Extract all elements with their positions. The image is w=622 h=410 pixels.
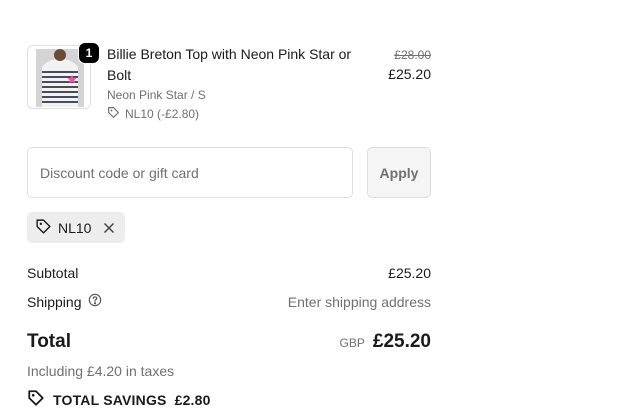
- product-thumbnail: 1: [27, 42, 100, 109]
- subtotal-value: £25.20: [388, 265, 431, 281]
- remove-discount-button[interactable]: [103, 222, 115, 234]
- total-label: Total: [27, 331, 71, 352]
- tag-icon: [107, 106, 120, 122]
- savings-tag-icon: [27, 389, 45, 410]
- product-image: [36, 49, 84, 107]
- taxes-note: Including £4.20 in taxes: [27, 363, 175, 379]
- tag-icon: [35, 218, 52, 238]
- discounted-price: £25.20: [388, 66, 431, 82]
- help-icon[interactable]: [88, 293, 102, 310]
- apply-button[interactable]: Apply: [367, 147, 431, 198]
- subtotal-row: Subtotal £25.20: [27, 265, 431, 281]
- total-amount: £25.20: [372, 331, 431, 352]
- shipping-row: Shipping Enter shipping address: [27, 293, 431, 310]
- applied-code-label: NL10: [58, 219, 92, 236]
- product-name: Billie Breton Top with Neon Pink Star or…: [107, 46, 352, 83]
- subtotal-label: Subtotal: [27, 265, 79, 281]
- product-discount: NL10 (-£2.80): [107, 106, 199, 122]
- total-savings: TOTAL SAVINGS £2.80: [27, 389, 211, 410]
- currency-code: GBP: [339, 336, 365, 350]
- quantity-badge: 1: [78, 42, 100, 64]
- order-summary: 1 Billie Breton Top with Neon Pink Star …: [27, 0, 431, 409]
- applied-discount-chip: NL10: [27, 212, 125, 243]
- savings-label: TOTAL SAVINGS: [53, 391, 167, 408]
- discount-code-input[interactable]: [27, 147, 353, 198]
- original-price: £28.00: [394, 48, 431, 62]
- product-discount-label: NL10 (-£2.80): [125, 107, 200, 121]
- shipping-value: Enter shipping address: [287, 293, 431, 310]
- total-row: Total GBP £25.20: [27, 331, 431, 353]
- product-variant: Neon Pink Star / S: [107, 88, 206, 102]
- savings-value: £2.80: [174, 391, 211, 408]
- close-icon: [104, 222, 115, 233]
- shipping-label: Shipping: [27, 293, 82, 310]
